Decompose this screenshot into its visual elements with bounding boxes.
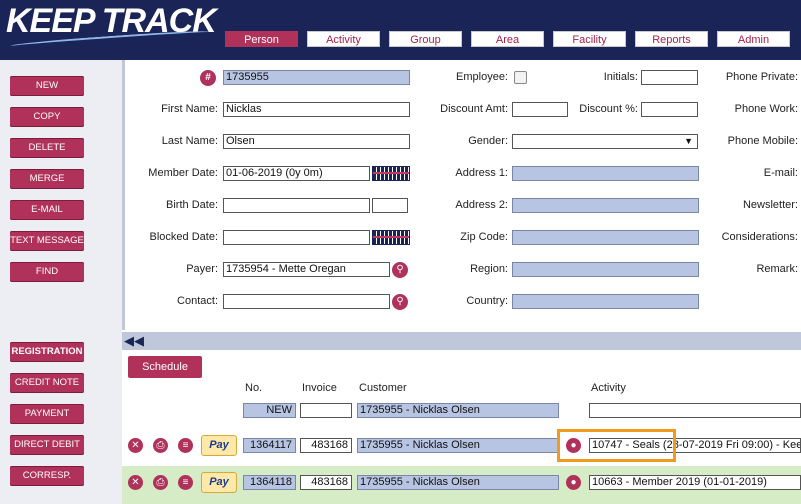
- birth-age-field[interactable]: [372, 198, 408, 213]
- initials-field[interactable]: [641, 70, 698, 85]
- vertical-separator: [122, 60, 125, 330]
- last-name-field[interactable]: Olsen: [223, 134, 410, 149]
- initials-label: Initials:: [603, 71, 638, 83]
- column-header-activity: Activity: [591, 382, 626, 394]
- discount-amt-label: Discount Amt:: [440, 103, 508, 115]
- address1-field[interactable]: [512, 166, 699, 181]
- blocked-date-field[interactable]: [223, 230, 370, 245]
- tab-admin[interactable]: Admin: [717, 31, 790, 47]
- payment-button[interactable]: PAYMENT: [10, 404, 84, 424]
- last-name-label: Last Name:: [161, 135, 218, 147]
- birth-date-field[interactable]: [223, 198, 370, 213]
- payer-label: Payer:: [186, 263, 218, 275]
- zip-label: Zip Code:: [460, 231, 508, 243]
- person-id-field: 1735955: [223, 70, 410, 85]
- zip-field[interactable]: [512, 230, 699, 245]
- contact-field[interactable]: [223, 294, 390, 309]
- discount-amt-field[interactable]: [512, 102, 568, 117]
- find-button[interactable]: FIND: [10, 262, 84, 282]
- document-icon[interactable]: ≡: [178, 475, 193, 490]
- tab-area[interactable]: Area: [471, 31, 544, 47]
- new-row-no[interactable]: NEW: [243, 403, 296, 418]
- birth-date-label: Birth Date:: [166, 199, 218, 211]
- discount-pct-field[interactable]: [641, 102, 698, 117]
- row-activity[interactable]: 10663 - Member 2019 (01-01-2019): [589, 475, 801, 490]
- employee-label: Employee:: [456, 71, 508, 83]
- new-button[interactable]: NEW: [10, 76, 84, 96]
- row-invoice[interactable]: 483168: [300, 475, 352, 490]
- row-invoice[interactable]: 483168: [300, 438, 352, 453]
- country-label: Country:: [466, 295, 508, 307]
- pay-button[interactable]: Pay: [201, 435, 237, 456]
- delete-button[interactable]: DELETE: [10, 138, 84, 158]
- collapse-icon[interactable]: ◀◀: [124, 334, 144, 348]
- address2-label: Address 2:: [455, 199, 508, 211]
- corresp-button[interactable]: CORRESP.: [10, 466, 84, 486]
- schedule-button[interactable]: Schedule: [128, 356, 202, 378]
- merge-button[interactable]: MERGE: [10, 169, 84, 189]
- employee-checkbox[interactable]: [514, 71, 527, 84]
- row-customer[interactable]: 1735955 - Nicklas Olsen: [357, 438, 559, 453]
- direct-debit-button[interactable]: DIRECT DEBIT: [10, 435, 84, 455]
- print-icon[interactable]: ⎙: [153, 475, 168, 490]
- considerations-label: Considerations:: [721, 231, 798, 243]
- newsletter-label: Newsletter:: [742, 199, 798, 211]
- calendar-icon[interactable]: [372, 166, 410, 181]
- region-label: Region:: [470, 263, 508, 275]
- contact-label: Contact:: [177, 295, 218, 307]
- column-header-no: No.: [245, 382, 263, 394]
- gender-label: Gender:: [468, 135, 508, 147]
- text-message-button[interactable]: TEXT MESSAGE: [10, 231, 84, 251]
- chevron-down-icon: ▼: [684, 136, 693, 146]
- member-date-label: Member Date:: [148, 167, 218, 179]
- registration-button[interactable]: REGISTRATION: [10, 342, 84, 362]
- remark-label: Remark:: [756, 263, 798, 275]
- delete-row-icon[interactable]: ✕: [128, 475, 143, 490]
- app-header: KEEP TRACK Person Activity Group Area Fa…: [0, 0, 801, 60]
- print-icon[interactable]: ⎙: [153, 438, 168, 453]
- phone-mobile-label: Phone Mobile:: [727, 135, 798, 147]
- delete-row-icon[interactable]: ✕: [128, 438, 143, 453]
- payer-field[interactable]: 1735954 - Mette Oregan: [223, 262, 390, 277]
- gender-select[interactable]: ▼: [512, 134, 698, 149]
- pay-button[interactable]: Pay: [201, 472, 237, 493]
- email-button[interactable]: E-MAIL: [10, 200, 84, 220]
- row-no[interactable]: 1364118: [243, 475, 296, 490]
- first-name-label: First Name:: [161, 103, 218, 115]
- tab-group[interactable]: Group: [389, 31, 462, 47]
- copy-button[interactable]: COPY: [10, 107, 84, 127]
- discount-pct-label: Discount %:: [579, 103, 638, 115]
- new-row-activity[interactable]: [589, 403, 801, 418]
- phone-work-label: Phone Work:: [734, 103, 798, 115]
- navigation-bar: ◀◀: [122, 332, 801, 350]
- first-name-field[interactable]: Nicklas: [223, 102, 410, 117]
- payer-search-icon[interactable]: ⚲: [392, 262, 408, 278]
- contact-search-icon[interactable]: ⚲: [392, 294, 408, 310]
- tab-reports[interactable]: Reports: [635, 31, 708, 47]
- column-header-invoice: Invoice: [302, 382, 337, 394]
- new-row-customer[interactable]: 1735955 - Nicklas Olsen: [357, 403, 559, 418]
- blocked-date-label: Blocked Date:: [149, 231, 218, 243]
- column-header-customer: Customer: [359, 382, 407, 394]
- sidebar: NEW COPY DELETE MERGE E-MAIL TEXT MESSAG…: [0, 60, 122, 504]
- row-customer[interactable]: 1735955 - Nicklas Olsen: [357, 475, 559, 490]
- row-no[interactable]: 1364117: [243, 438, 296, 453]
- document-icon[interactable]: ≡: [178, 438, 193, 453]
- member-date-field[interactable]: 01-06-2019 (0y 0m): [223, 166, 370, 181]
- email-label: E-mail:: [763, 167, 798, 179]
- phone-private-label: Phone Private:: [725, 71, 798, 83]
- tab-activity[interactable]: Activity: [307, 31, 380, 47]
- tab-facility[interactable]: Facility: [553, 31, 626, 47]
- region-field[interactable]: [512, 262, 699, 277]
- calendar-icon[interactable]: [372, 230, 410, 245]
- country-field[interactable]: [512, 294, 699, 309]
- new-row-invoice[interactable]: [300, 403, 352, 418]
- highlight-box: [557, 429, 676, 462]
- address2-field[interactable]: [512, 198, 699, 213]
- id-hash-icon: #: [200, 70, 216, 86]
- participants-icon[interactable]: ●: [566, 475, 581, 490]
- address1-label: Address 1:: [455, 167, 508, 179]
- credit-note-button[interactable]: CREDIT NOTE: [10, 373, 84, 393]
- tab-person[interactable]: Person: [225, 31, 298, 47]
